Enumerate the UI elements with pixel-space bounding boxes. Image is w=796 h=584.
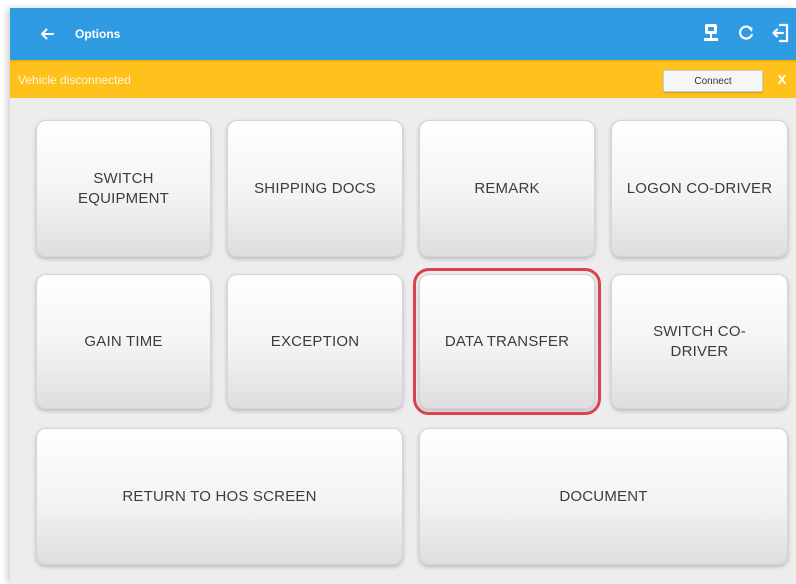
switch-co-driver-label: SWITCH CO- DRIVER: [653, 322, 746, 360]
refresh-icon: [739, 25, 754, 40]
shipping-docs-button[interactable]: SHIPPING DOCS: [227, 120, 403, 257]
logout-button[interactable]: [770, 22, 792, 44]
switch-equipment-label: SWITCH EQUIPMENT: [78, 169, 169, 207]
remark-label: REMARK: [474, 179, 540, 197]
exception-button[interactable]: EXCEPTION: [227, 274, 403, 409]
vehicle-status-banner: Vehicle disconnected Connect X: [10, 60, 796, 98]
connect-button[interactable]: Connect: [663, 70, 763, 92]
sync-upload-button[interactable]: [700, 22, 722, 44]
exception-label: EXCEPTION: [270, 332, 360, 350]
cloud-upload-icon: [704, 24, 718, 41]
app-bar-actions: [700, 22, 792, 44]
app-bar: Options: [10, 8, 796, 60]
gain-time-button[interactable]: GAIN TIME: [36, 274, 211, 409]
return-to-hos-screen-button[interactable]: RETURN TO HOS SCREEN: [36, 428, 403, 565]
banner-message: Vehicle disconnected: [18, 73, 131, 87]
data-transfer-button[interactable]: DATA TRANSFER: [413, 268, 601, 415]
return-to-hos-screen-label: RETURN TO HOS SCREEN: [122, 487, 317, 505]
arrow-left-icon: [41, 28, 54, 40]
document-button[interactable]: DOCUMENT: [419, 428, 788, 565]
document-label: DOCUMENT: [559, 487, 648, 505]
refresh-button[interactable]: [735, 22, 757, 44]
logon-co-driver-button[interactable]: LOGON CO-DRIVER: [611, 120, 788, 257]
switch-equipment-button[interactable]: SWITCH EQUIPMENT: [36, 120, 211, 257]
gain-time-label: GAIN TIME: [84, 332, 163, 350]
remark-button[interactable]: REMARK: [419, 120, 595, 257]
switch-co-driver-button[interactable]: SWITCH CO- DRIVER: [611, 274, 788, 409]
close-icon[interactable]: X: [775, 72, 789, 88]
data-transfer-label: DATA TRANSFER: [444, 332, 570, 350]
logon-co-driver-label: LOGON CO-DRIVER: [626, 179, 773, 197]
shipping-docs-label: SHIPPING DOCS: [254, 179, 376, 197]
page-title: Options: [75, 27, 121, 41]
back-button[interactable]: [37, 24, 57, 44]
logout-icon: [772, 23, 789, 43]
options-screen: Options Vehicle disconnected Connect X S…: [10, 8, 796, 584]
